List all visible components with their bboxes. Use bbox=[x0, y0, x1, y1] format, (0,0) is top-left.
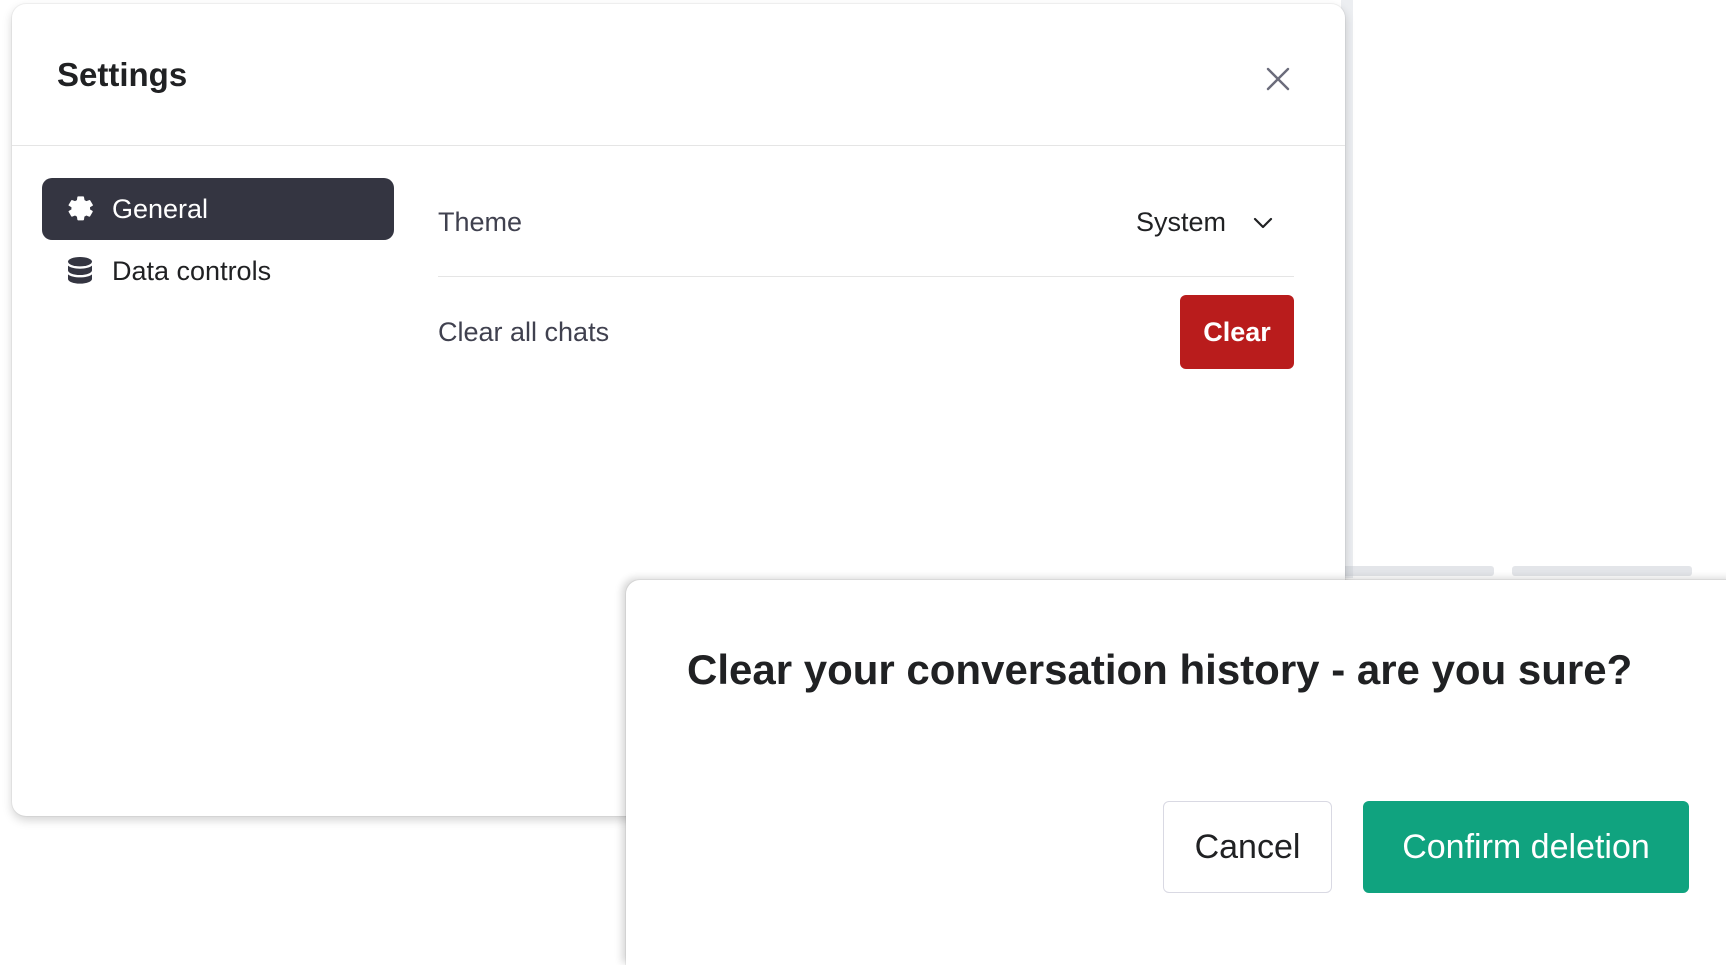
close-button[interactable] bbox=[1258, 59, 1298, 99]
theme-label: Theme bbox=[438, 207, 523, 237]
theme-value: System bbox=[1135, 207, 1226, 237]
nav-item-label: General bbox=[112, 193, 209, 224]
gear-icon bbox=[62, 191, 98, 227]
settings-title: Settings bbox=[57, 56, 188, 93]
clear-chats-label: Clear all chats bbox=[438, 316, 610, 347]
nav-item-label: Data controls bbox=[112, 255, 272, 286]
confirm-title: Clear your conversation history - are yo… bbox=[687, 646, 1633, 693]
settings-content: Theme System Clear all chats Clear bbox=[438, 169, 1294, 407]
confirm-dialog: Clear your conversation history - are yo… bbox=[626, 580, 1726, 965]
cancel-button[interactable]: Cancel bbox=[1163, 801, 1332, 893]
clear-chats-row: Clear all chats Clear bbox=[438, 277, 1294, 407]
nav-item-data-controls[interactable]: Data controls bbox=[42, 240, 394, 302]
close-icon bbox=[1266, 67, 1290, 91]
settings-nav: General Data controls bbox=[42, 178, 394, 302]
settings-header: Settings bbox=[12, 4, 1345, 146]
theme-row: Theme System bbox=[438, 169, 1294, 277]
clear-button[interactable]: Clear bbox=[1180, 295, 1294, 369]
confirm-deletion-button[interactable]: Confirm deletion bbox=[1363, 801, 1689, 893]
nav-item-general[interactable]: General bbox=[42, 178, 394, 240]
database-icon bbox=[62, 253, 98, 289]
theme-select[interactable]: System bbox=[1136, 207, 1294, 238]
chevron-down-icon bbox=[1252, 216, 1274, 230]
